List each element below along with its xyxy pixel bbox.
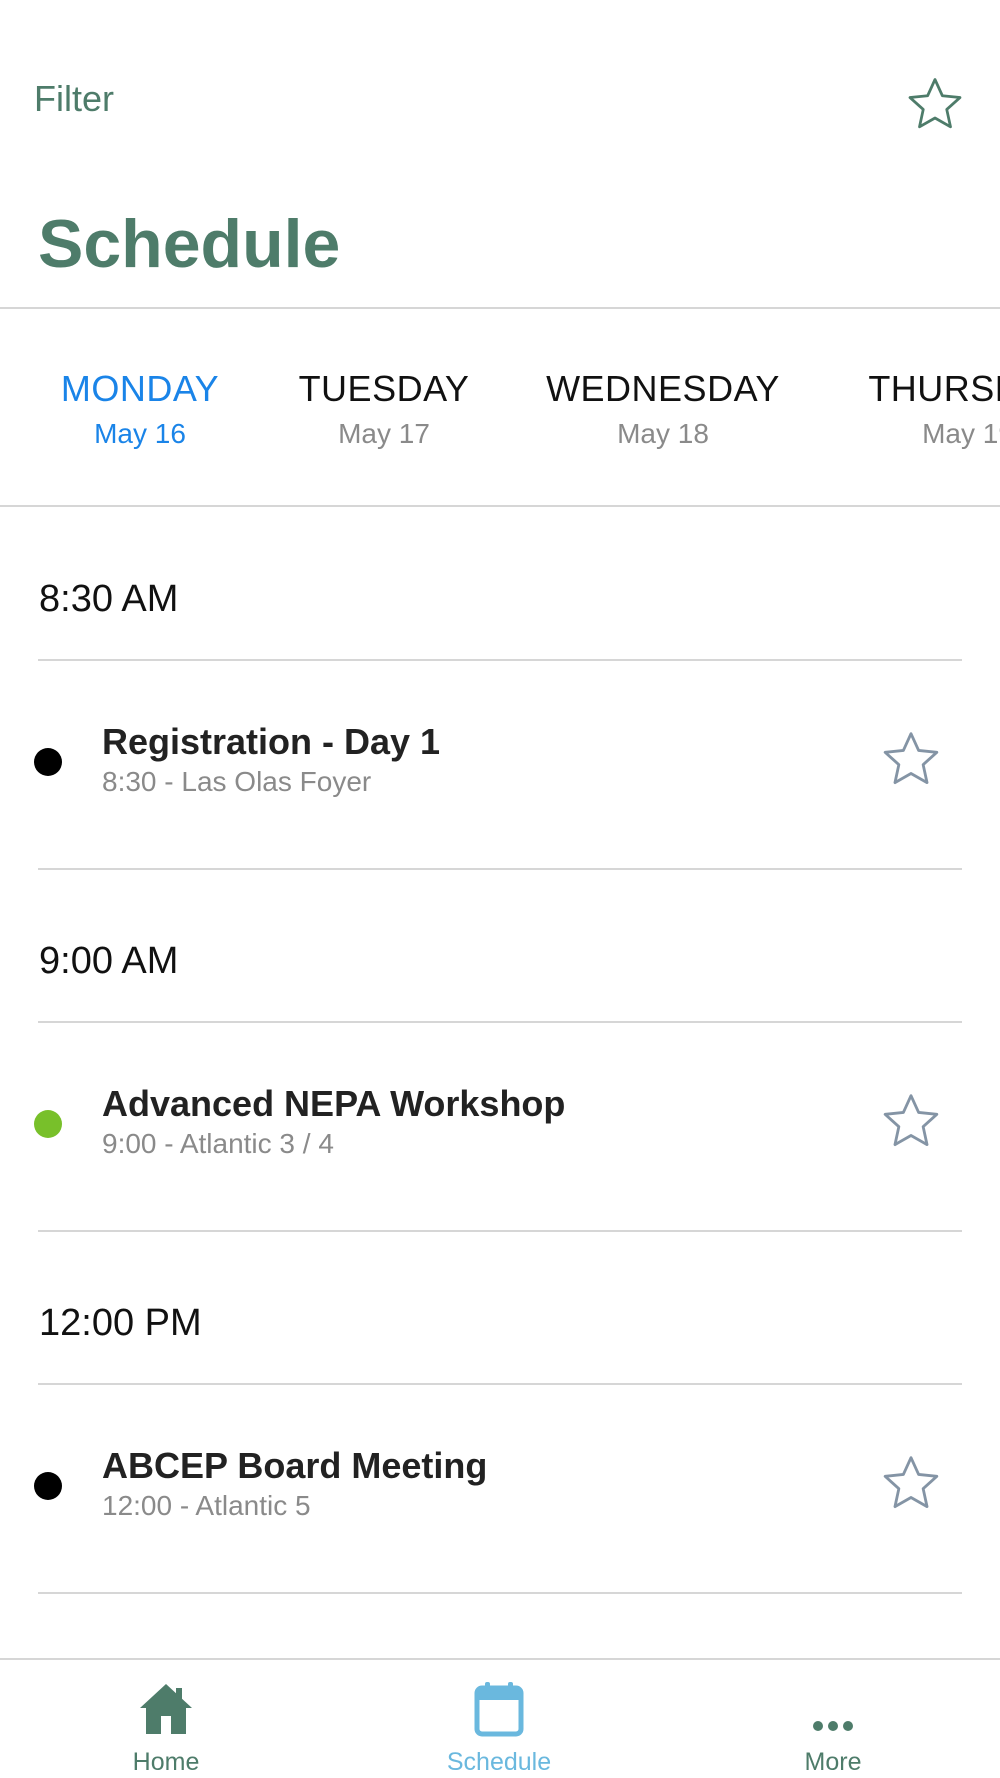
row-divider <box>38 1383 962 1385</box>
row-divider <box>38 659 962 661</box>
tab-schedule[interactable]: Schedule <box>399 1660 599 1778</box>
day-date: May 18 <box>617 418 709 449</box>
calendar-icon <box>469 1680 529 1738</box>
tab-label: Home <box>132 1748 200 1776</box>
home-icon <box>136 1680 196 1738</box>
ellipsis-icon <box>803 1680 863 1738</box>
day-tab-tuesday[interactable]: TUESDAY May 17 <box>284 368 484 450</box>
day-date: May 19 <box>922 418 1000 449</box>
day-name: TUESDAY <box>298 368 470 409</box>
day-selector-divider <box>0 505 1000 507</box>
page-title: Schedule <box>38 206 341 282</box>
row-divider <box>38 1021 962 1023</box>
track-dot <box>34 1110 62 1138</box>
time-header: 12:00 PM <box>39 1302 202 1344</box>
row-divider <box>38 1592 962 1594</box>
row-divider <box>38 868 962 870</box>
track-dot <box>34 1472 62 1500</box>
time-header: 8:30 AM <box>39 578 179 620</box>
header-divider <box>0 307 1000 309</box>
day-date: May 17 <box>338 418 430 449</box>
time-header: 9:00 AM <box>39 940 179 982</box>
tab-label: More <box>804 1748 862 1776</box>
filter-button[interactable]: Filter <box>34 78 114 120</box>
tab-more[interactable]: More <box>733 1660 933 1778</box>
tab-home[interactable]: Home <box>66 1660 266 1778</box>
session-title: Registration - Day 1 <box>102 721 441 762</box>
day-name: WEDNESDAY <box>546 368 780 409</box>
favorite-star-icon[interactable] <box>880 1090 942 1152</box>
favorites-star-icon[interactable] <box>905 74 965 134</box>
day-tab-monday[interactable]: MONDAY May 16 <box>40 368 240 450</box>
favorite-star-icon[interactable] <box>880 728 942 790</box>
track-dot <box>34 748 62 776</box>
day-name: THURSDAY <box>868 368 1000 409</box>
session-subtitle: 8:30 - Las Olas Foyer <box>102 766 372 797</box>
day-date: May 16 <box>94 418 186 449</box>
tab-bar: Home Schedule More <box>0 1658 1000 1778</box>
session-title: Advanced NEPA Workshop <box>102 1083 566 1124</box>
day-tab-wednesday[interactable]: WEDNESDAY May 18 <box>538 368 788 450</box>
session-title: ABCEP Board Meeting <box>102 1445 488 1486</box>
day-name: MONDAY <box>60 368 220 409</box>
day-tab-thursday[interactable]: THURSDAY May 19 <box>858 368 1000 450</box>
row-divider <box>38 1230 962 1232</box>
session-subtitle: 12:00 - Atlantic 5 <box>102 1490 311 1521</box>
session-subtitle: 9:00 - Atlantic 3 / 4 <box>102 1128 334 1159</box>
tab-label: Schedule <box>446 1748 552 1776</box>
favorite-star-icon[interactable] <box>880 1452 942 1514</box>
day-selector[interactable]: MONDAY May 16 TUESDAY May 17 WEDNESDAY M… <box>0 350 1000 460</box>
